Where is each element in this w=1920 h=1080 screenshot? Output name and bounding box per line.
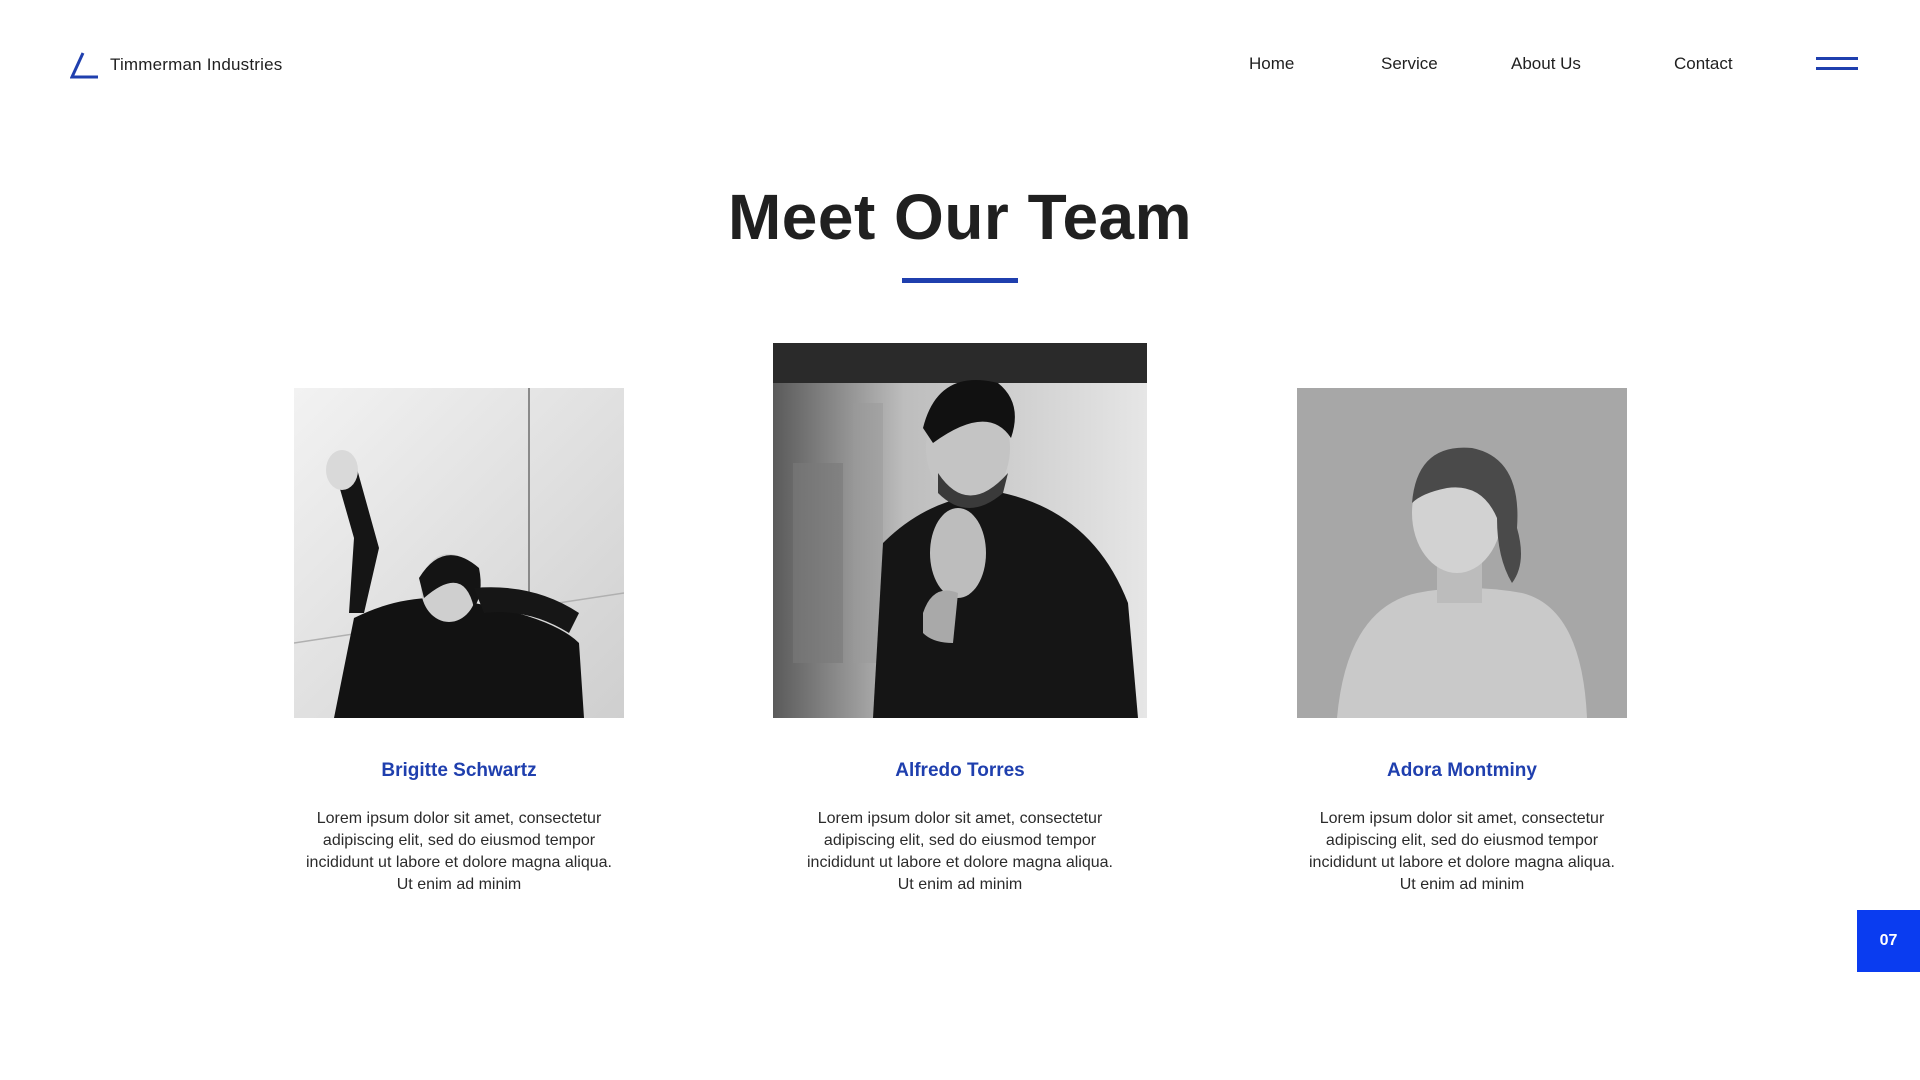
page-number-badge: 07: [1857, 910, 1920, 972]
slide-page: Timmerman Industries Home Service About …: [0, 0, 1920, 1080]
section-title: Meet Our Team: [727, 181, 1193, 253]
hamburger-menu-icon[interactable]: [1816, 57, 1858, 73]
title-underline-divider: [902, 278, 1018, 283]
member-name: Brigitte Schwartz: [381, 760, 537, 781]
woman-leaning-on-wall-photo: [294, 388, 624, 718]
main-nav: Home Service About Us Contact: [0, 54, 1920, 78]
member-bio: Lorem ipsum dolor sit amet, consectetur …: [1309, 810, 1615, 893]
nav-home-link[interactable]: Home: [1249, 54, 1294, 74]
nav-contact-link[interactable]: Contact: [1674, 54, 1733, 74]
member-bio: Lorem ipsum dolor sit amet, consectetur …: [807, 810, 1113, 893]
member-name: Alfredo Torres: [895, 760, 1025, 781]
nav-service-link[interactable]: Service: [1381, 54, 1438, 74]
nav-about-us-link[interactable]: About Us: [1511, 54, 1581, 74]
man-in-leather-jacket-photo: [773, 343, 1147, 718]
member-name: Adora Montminy: [1387, 760, 1537, 781]
woman-in-sweater-photo: [1297, 388, 1627, 718]
member-bio: Lorem ipsum dolor sit amet, consectetur …: [306, 810, 612, 893]
